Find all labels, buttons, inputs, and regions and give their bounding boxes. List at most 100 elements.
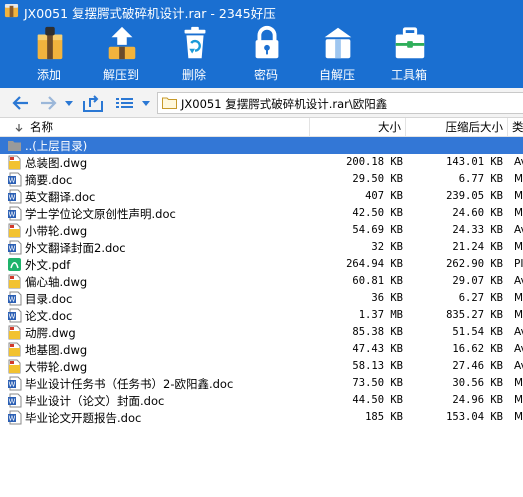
self-extract-button[interactable]: 自解压 — [307, 22, 367, 86]
word-file-icon: W — [8, 172, 22, 187]
file-row[interactable]: W 毕业论文开题报告.doc 185 KB 153.04 KB Mi — [0, 409, 523, 426]
file-compressed-size: 24.60 KB — [452, 207, 503, 219]
file-name: 摘要.doc — [25, 173, 73, 187]
toolbar-area: JX0051 复摆腭式破碎机设计.rar - 2345好压 添加 解压到 删除 … — [0, 0, 523, 88]
file-size: 185 KB — [365, 411, 403, 423]
toolbox-icon — [395, 27, 425, 59]
file-type: Mi — [514, 309, 523, 321]
history-dropdown-icon[interactable] — [63, 93, 75, 113]
delete-button[interactable]: 删除 — [164, 22, 224, 86]
file-row[interactable]: 地基图.dwg 47.43 KB 16.62 KB Av — [0, 341, 523, 358]
svg-text:W: W — [9, 313, 16, 321]
file-size: 58.13 KB — [352, 360, 403, 372]
file-type: Mi — [514, 411, 523, 423]
forward-arrow-icon[interactable] — [38, 93, 58, 113]
file-type: Mi — [514, 241, 523, 253]
dwg-file-icon — [8, 155, 21, 170]
file-compressed-size: 6.27 KB — [458, 292, 503, 304]
file-compressed-size: 27.46 KB — [452, 360, 503, 372]
file-row[interactable]: 外文.pdf 264.94 KB 262.90 KB PI — [0, 256, 523, 273]
file-name: 小带轮.dwg — [25, 224, 88, 238]
file-size: 85.38 KB — [352, 326, 403, 338]
word-file-icon: W — [8, 240, 22, 255]
file-row[interactable]: W 目录.doc 36 KB 6.27 KB Mi — [0, 290, 523, 307]
path-field[interactable]: JX0051 复摆腭式破碎机设计.rar\欧阳鑫 — [157, 92, 523, 114]
file-row[interactable]: W 英文翻译.doc 407 KB 239.05 KB Mi — [0, 188, 523, 205]
column-compressed-size[interactable]: 压缩后大小 — [406, 118, 508, 137]
extract-to-icon — [108, 26, 136, 60]
file-size: 1.37 MB — [358, 309, 403, 321]
view-dropdown-icon[interactable] — [140, 93, 152, 113]
file-name: 地基图.dwg — [25, 343, 88, 357]
delete-icon — [184, 26, 206, 59]
dwg-file-icon — [8, 223, 21, 238]
file-row[interactable]: W 学士学位论文原创性声明.doc 42.50 KB 24.60 KB Mi — [0, 205, 523, 222]
file-type: Av — [514, 156, 523, 168]
column-size[interactable]: 大小 — [310, 118, 406, 137]
file-compressed-size: 21.24 KB — [452, 241, 503, 253]
file-compressed-size: 24.96 KB — [452, 394, 503, 406]
self-extract-label: 自解压 — [318, 68, 355, 82]
file-name: 学士学位论文原创性声明.doc — [25, 207, 176, 221]
column-header: 名称 大小 压缩后大小 类 — [0, 118, 523, 137]
extract-to-button[interactable]: 解压到 — [91, 22, 151, 86]
file-size: 264.94 KB — [346, 258, 403, 270]
file-list: ..(上层目录) 总装图.dwg 200.18 KB 143.01 KB Av W 摘要.… — [0, 137, 523, 497]
dwg-file-icon — [8, 359, 21, 374]
file-size: 42.50 KB — [352, 207, 403, 219]
pdf-file-icon — [8, 258, 21, 271]
file-size: 54.69 KB — [352, 224, 403, 236]
word-file-icon: W — [8, 206, 22, 221]
file-row[interactable]: 动腭.dwg 85.38 KB 51.54 KB Av — [0, 324, 523, 341]
file-size: 73.50 KB — [352, 377, 403, 389]
column-name[interactable]: 名称 — [0, 118, 310, 137]
toolbox-label: 工具箱 — [390, 68, 427, 82]
file-type: Mi — [514, 394, 523, 406]
title-bar: JX0051 复摆腭式破碎机设计.rar - 2345好压 — [0, 0, 523, 22]
self-extract-icon — [324, 27, 352, 59]
file-name: 外文翻译封面2.doc — [25, 241, 126, 255]
file-size: 44.50 KB — [352, 394, 403, 406]
file-compressed-size: 51.54 KB — [452, 326, 503, 338]
parent-directory-row[interactable]: ..(上层目录) — [0, 137, 523, 154]
file-row[interactable]: W 毕业设计（论文）封面.doc 44.50 KB 24.96 KB Mi — [0, 392, 523, 409]
add-button[interactable]: 添加 — [19, 22, 79, 86]
file-row[interactable]: W 外文翻译封面2.doc 32 KB 21.24 KB Mi — [0, 239, 523, 256]
file-compressed-size: 30.56 KB — [452, 377, 503, 389]
file-type: Av — [514, 275, 523, 287]
file-compressed-size: 6.77 KB — [458, 173, 503, 185]
file-size: 60.81 KB — [352, 275, 403, 287]
file-name: 动腭.dwg — [25, 326, 76, 340]
file-row[interactable]: W 毕业设计任务书（任务书）2-欧阳鑫.doc 73.50 KB 30.56 KB Mi — [0, 375, 523, 392]
file-row[interactable]: 总装图.dwg 200.18 KB 143.01 KB Av — [0, 154, 523, 171]
add-label: 添加 — [36, 68, 61, 82]
file-compressed-size: 262.90 KB — [446, 258, 503, 270]
file-size: 200.18 KB — [346, 156, 403, 168]
toolbox-button[interactable]: 工具箱 — [379, 22, 439, 86]
file-name: 外文.pdf — [25, 258, 71, 272]
up-folder-icon[interactable] — [82, 93, 104, 113]
password-lock-icon — [255, 25, 279, 59]
file-row[interactable]: 偏心轴.dwg 60.81 KB 29.07 KB Av — [0, 273, 523, 290]
password-button[interactable]: 密码 — [236, 22, 296, 86]
word-file-icon: W — [8, 308, 22, 323]
back-arrow-icon[interactable] — [11, 93, 31, 113]
file-compressed-size: 143.01 KB — [446, 156, 503, 168]
column-type[interactable]: 类 — [512, 118, 523, 137]
file-row[interactable]: W 摘要.doc 29.50 KB 6.77 KB Mi — [0, 171, 523, 188]
file-compressed-size: 153.04 KB — [446, 411, 503, 423]
file-row[interactable]: W 论文.doc 1.37 MB 835.27 KB Mi — [0, 307, 523, 324]
file-name: 偏心轴.dwg — [25, 275, 88, 289]
view-mode-icon[interactable] — [113, 93, 135, 113]
file-type: Av — [514, 360, 523, 372]
svg-text:W: W — [9, 177, 16, 185]
window-title: JX0051 复摆腭式破碎机设计.rar - 2345好压 — [24, 6, 276, 21]
word-file-icon: W — [8, 291, 22, 306]
svg-text:W: W — [9, 211, 16, 219]
toolbar: 添加 解压到 删除 密码 自解压 工具箱 — [0, 22, 523, 88]
file-row[interactable]: 大带轮.dwg 58.13 KB 27.46 KB Av — [0, 358, 523, 375]
file-name: 毕业设计任务书（任务书）2-欧阳鑫.doc — [25, 377, 234, 391]
file-row[interactable]: 小带轮.dwg 54.69 KB 24.33 KB Av — [0, 222, 523, 239]
word-file-icon: W — [8, 410, 22, 425]
dwg-file-icon — [8, 325, 21, 340]
